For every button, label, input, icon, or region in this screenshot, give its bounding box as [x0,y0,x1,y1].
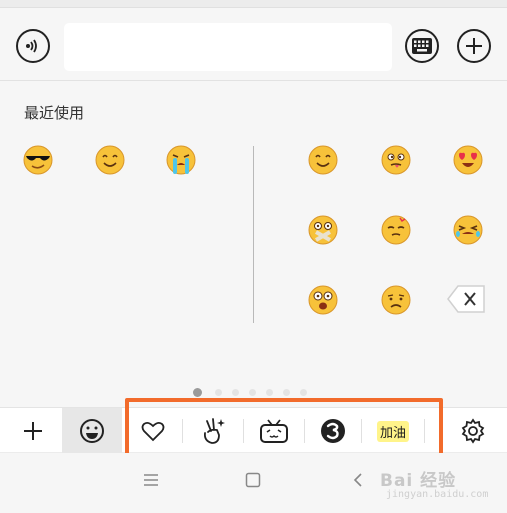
delete-button[interactable] [446,284,486,314]
keyboard-button[interactable] [405,29,439,63]
tab-favorites[interactable] [128,408,178,454]
emoji-startled[interactable] [307,284,339,316]
emoji-wailing[interactable] [452,214,484,246]
tab-add[interactable] [10,408,56,454]
settings-icon [461,418,485,444]
smile-icon [308,145,338,175]
tab-separator [304,419,305,443]
emoji-cool-sunglasses[interactable] [22,144,54,176]
plus-icon [466,38,482,54]
heart-icon [141,421,165,442]
swirl-3-icon [321,419,345,443]
more-button[interactable] [457,29,491,63]
page-dot[interactable] [232,389,239,396]
voice-icon [26,39,37,53]
page-dot[interactable] [215,389,222,396]
tab-separator [424,419,425,443]
input-bar [0,8,507,81]
status-strip [0,0,507,8]
tab-settings[interactable] [450,408,496,454]
emoji-crying[interactable] [165,144,197,176]
tab-gesture[interactable] [187,408,239,454]
page-indicator [0,385,507,399]
baidu-watermark: Bai 经验 jingyan.baidu.com [380,466,502,506]
tab-separator [182,419,183,443]
heart-eyes-icon [453,145,483,175]
smile-icon [95,145,125,175]
dizzy-icon [381,215,411,245]
sticker-tabbar: 加油 [0,407,507,454]
tab-separator [361,419,362,443]
voice-button[interactable] [16,29,50,63]
back-icon [353,473,362,487]
home-button[interactable] [238,465,268,495]
jiayou-sticker-label: 加油 [376,420,409,442]
back-button[interactable] [343,465,373,495]
cool-sunglasses-icon [23,145,53,175]
page-dot[interactable] [300,389,307,396]
emoji-smile-recent[interactable] [94,144,126,176]
add-icon [24,422,42,440]
emoji-tongue-out[interactable] [380,144,412,176]
smiley-icon [80,419,104,443]
keyboard-icon [412,38,432,54]
watermark-main: Bai 经验 [380,471,457,491]
tab-bilibili[interactable] [248,408,300,454]
recent-label: 最近使用 [24,104,85,122]
backspace-icon [447,285,485,313]
crying-icon [166,145,196,175]
tape-mouth-icon [308,215,338,245]
keyboard-screen: 最近使用 加油 Bai 经验 jingyan.baidu.com [0,0,507,513]
tongue-out-icon [381,145,411,175]
page-dot[interactable] [266,389,273,396]
tab-swirl[interactable] [309,408,357,454]
message-input[interactable] [64,23,392,71]
emoji-smile[interactable] [307,144,339,176]
page-dot[interactable] [249,389,256,396]
emoji-heart-eyes[interactable] [452,144,484,176]
tab-emoji[interactable] [62,408,122,454]
emoji-sad[interactable] [380,284,412,316]
emoji-dizzy[interactable] [380,214,412,246]
sad-icon [381,285,411,315]
victory-hand-icon [203,418,225,444]
tab-separator [243,419,244,443]
watermark-sub: jingyan.baidu.com [386,489,489,500]
menu-icon [144,474,158,486]
page-dot-active[interactable] [193,388,202,397]
emoji-panel: 最近使用 [0,82,507,407]
emoji-tape-mouth[interactable] [307,214,339,246]
menu-button[interactable] [136,465,166,495]
startled-icon [308,285,338,315]
panel-divider [253,146,254,323]
bilibili-tv-icon [260,419,288,443]
tab-jiayou[interactable]: 加油 [366,408,420,454]
home-icon [245,472,261,488]
wailing-icon [453,215,483,245]
page-dot[interactable] [283,389,290,396]
